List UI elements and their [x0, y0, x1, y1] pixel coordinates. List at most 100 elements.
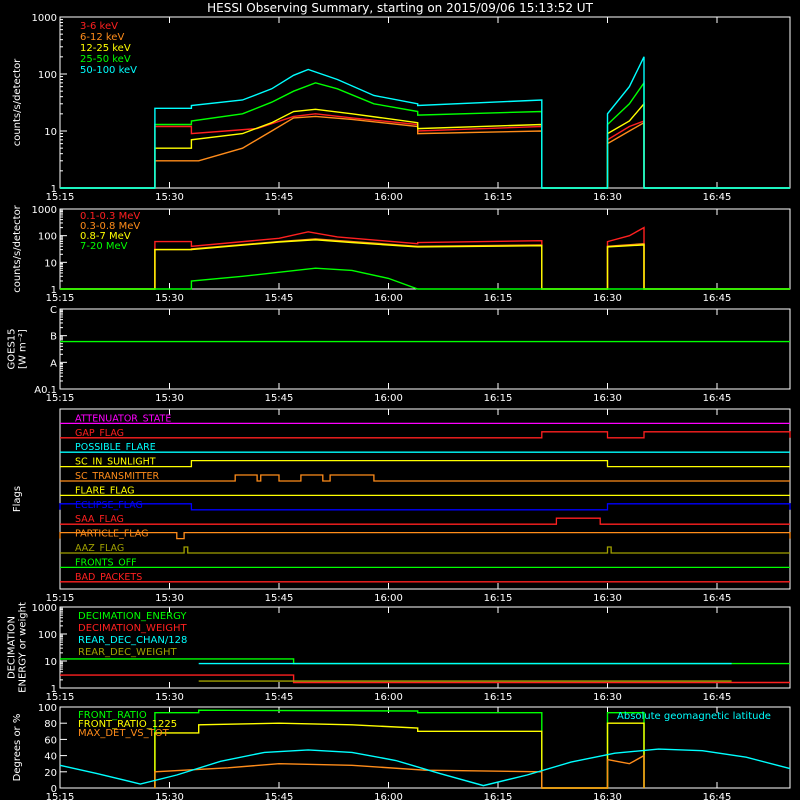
high_energy-ylabel: counts/s/detector [12, 204, 23, 292]
goes-xtick-label-2: 15:45 [265, 393, 294, 404]
ratio-ytick-label-4: 80 [44, 719, 57, 730]
flag-label-sc-in-sunlight: SC_IN_SUNLIGHT [75, 457, 156, 468]
high_energy-series-0 [60, 226, 790, 290]
flag-label-possible-flare: POSSIBLE_FLARE [75, 442, 156, 453]
decimation-xtick-label-6: 16:45 [703, 692, 732, 703]
ratio-xtick-label-1: 15:30 [155, 792, 184, 800]
high_energy-xtick-label-4: 16:15 [484, 293, 513, 304]
low_energy-frame [59, 16, 791, 189]
goes-ytick-label-3: C [50, 305, 57, 316]
flag-line-particle-flag [59, 531, 791, 540]
ratio-ytick-label-1: 20 [44, 768, 57, 779]
flag-label-fronts-off: FRONTS_OFF [75, 557, 137, 568]
low_energy-series-4 [60, 56, 790, 189]
flag-label-attenuator-state: ATTENUATOR_STATE [75, 413, 171, 424]
flag-label-sc-transmitter: SC_TRANSMITTER [75, 471, 160, 482]
low_energy-xtick-label-6: 16:45 [703, 192, 732, 203]
low_energy-ytick-label-2: 100 [38, 70, 57, 81]
decimation-ytick-label-1: 10 [44, 657, 57, 668]
flags-xtick-label-4: 16:15 [484, 593, 513, 604]
decimation-xtick-label-5: 16:30 [593, 692, 622, 703]
flag-line-aaz-flag [60, 546, 790, 554]
low_energy-xtick-label-4: 16:15 [484, 192, 513, 203]
goes-xtick-label-5: 16:30 [593, 393, 622, 404]
hessi-summary-svg: HESSI Observing Summary, starting on 201… [7, 1, 791, 800]
high_energy-ytick-label-0: 1 [51, 285, 57, 296]
flag-line-eclipse-flag [59, 503, 791, 511]
ratio-ytick-label-2: 40 [44, 752, 57, 763]
decimation-series-0 [60, 658, 790, 665]
flag-label-gap-flag: GAP_FLAG [75, 428, 124, 439]
ratio-series-1 [154, 722, 645, 789]
decimation-xtick-label-3: 16:00 [374, 692, 403, 703]
decimation-xtick-label-1: 15:30 [155, 692, 184, 703]
flag-line-saa-flag [60, 517, 790, 525]
low_energy-series-2 [60, 101, 790, 189]
goes-xtick-label-1: 15:30 [155, 393, 184, 404]
ratio-xtick-label-3: 16:00 [374, 792, 403, 800]
flags-xtick-label-1: 15:30 [155, 593, 184, 604]
low_energy-xtick-label-5: 16:30 [593, 192, 622, 203]
high_energy-ytick-label-2: 100 [38, 232, 57, 243]
figure-title: HESSI Observing Summary, starting on 201… [207, 1, 593, 15]
low_energy-legend-4: 50-100 keV [80, 65, 137, 76]
ratio-xtick-label-4: 16:15 [484, 792, 513, 800]
low_energy-legend-3: 25-50 keV [80, 54, 131, 65]
goes-ylabel-line-1: [W m⁻²] [18, 329, 29, 369]
flags-ylabel: Flags [12, 486, 23, 512]
low_energy-legend-0: 3-6 keV [80, 21, 118, 32]
flag-label-eclipse-flag: ECLIPSE_FLAG [75, 500, 143, 511]
goes-xtick-label-4: 16:15 [484, 393, 513, 404]
decimation-ytick-label-2: 100 [38, 630, 57, 641]
low_energy-xtick-label-2: 15:45 [265, 192, 294, 203]
goes-ytick-label-2: B [50, 332, 57, 343]
high_energy-series-2 [60, 239, 790, 290]
low_energy-series-3 [60, 80, 790, 189]
decimation-legend-3: REAR_DEC_WEIGHT [78, 647, 177, 658]
flag-line-sc-transmitter [60, 474, 790, 482]
goes-ytick-label-1: A [50, 358, 57, 369]
decimation-legend-1: DECIMATION_WEIGHT [78, 623, 187, 634]
ratio-xtick-label-5: 16:30 [593, 792, 622, 800]
high_energy-xtick-label-5: 16:30 [593, 293, 622, 304]
ratio-annotation: Absolute geomagnetic latitude [617, 711, 771, 722]
high_energy-xtick-label-6: 16:45 [703, 293, 732, 304]
flag-label-bad-packets: BAD_PACKETS [75, 572, 142, 583]
ratio-series-3 [59, 748, 791, 787]
high_energy-ytick-label-1: 10 [44, 258, 57, 269]
low_energy-ytick-label-3: 1000 [32, 13, 57, 24]
hessi-summary-figure: HESSI Observing Summary, starting on 201… [0, 0, 800, 800]
flag-line-sc-in-sunlight [60, 459, 790, 468]
goes-xtick-label-3: 16:00 [374, 393, 403, 404]
flag-label-aaz-flag: AAZ_FLAG [75, 543, 124, 554]
low_energy-ytick-label-0: 1 [51, 184, 57, 195]
ratio-xtick-label-2: 15:45 [265, 792, 294, 800]
low_energy-ytick-label-1: 10 [44, 127, 57, 138]
goes-xtick-label-6: 16:45 [703, 393, 732, 404]
ratio-series-2 [154, 754, 645, 789]
ratio-ytick-label-0: 0 [51, 784, 57, 795]
decimation-ytick-label-3: 1000 [32, 603, 57, 614]
low_energy-xtick-label-1: 15:30 [155, 192, 184, 203]
flags-xtick-label-3: 16:00 [374, 593, 403, 604]
low_energy-xtick-label-3: 16:00 [374, 192, 403, 203]
low_energy-ylabel: counts/s/detector [12, 58, 23, 146]
flag-label-saa-flag: SAA_FLAG [75, 514, 124, 525]
ratio-xtick-label-6: 16:45 [703, 792, 732, 800]
high_energy-xtick-label-2: 15:45 [265, 293, 294, 304]
ratio-series-0 [154, 709, 645, 789]
high_energy-ytick-label-3: 1000 [32, 205, 57, 216]
decimation-ylabel-line-1: ENERGY or weight [18, 602, 29, 693]
decimation-ytick-label-0: 1 [51, 684, 57, 695]
flag-label-particle-flag: PARTICLE_FLAG [75, 529, 148, 540]
ratio-ytick-label-3: 60 [44, 735, 57, 746]
high_energy-xtick-label-1: 15:30 [155, 293, 184, 304]
low_energy-legend-2: 12-25 keV [80, 43, 131, 54]
flag-line-gap-flag [60, 431, 791, 439]
decimation-ylabel-line-0: DECIMATION [7, 616, 18, 679]
decimation-xtick-label-4: 16:15 [484, 692, 513, 703]
flags-xtick-label-2: 15:45 [265, 593, 294, 604]
decimation-legend-0: DECIMATION_ENERGY [78, 611, 187, 622]
flags-xtick-label-5: 16:30 [593, 593, 622, 604]
ratio-ylabel: Degrees or % [12, 714, 23, 782]
